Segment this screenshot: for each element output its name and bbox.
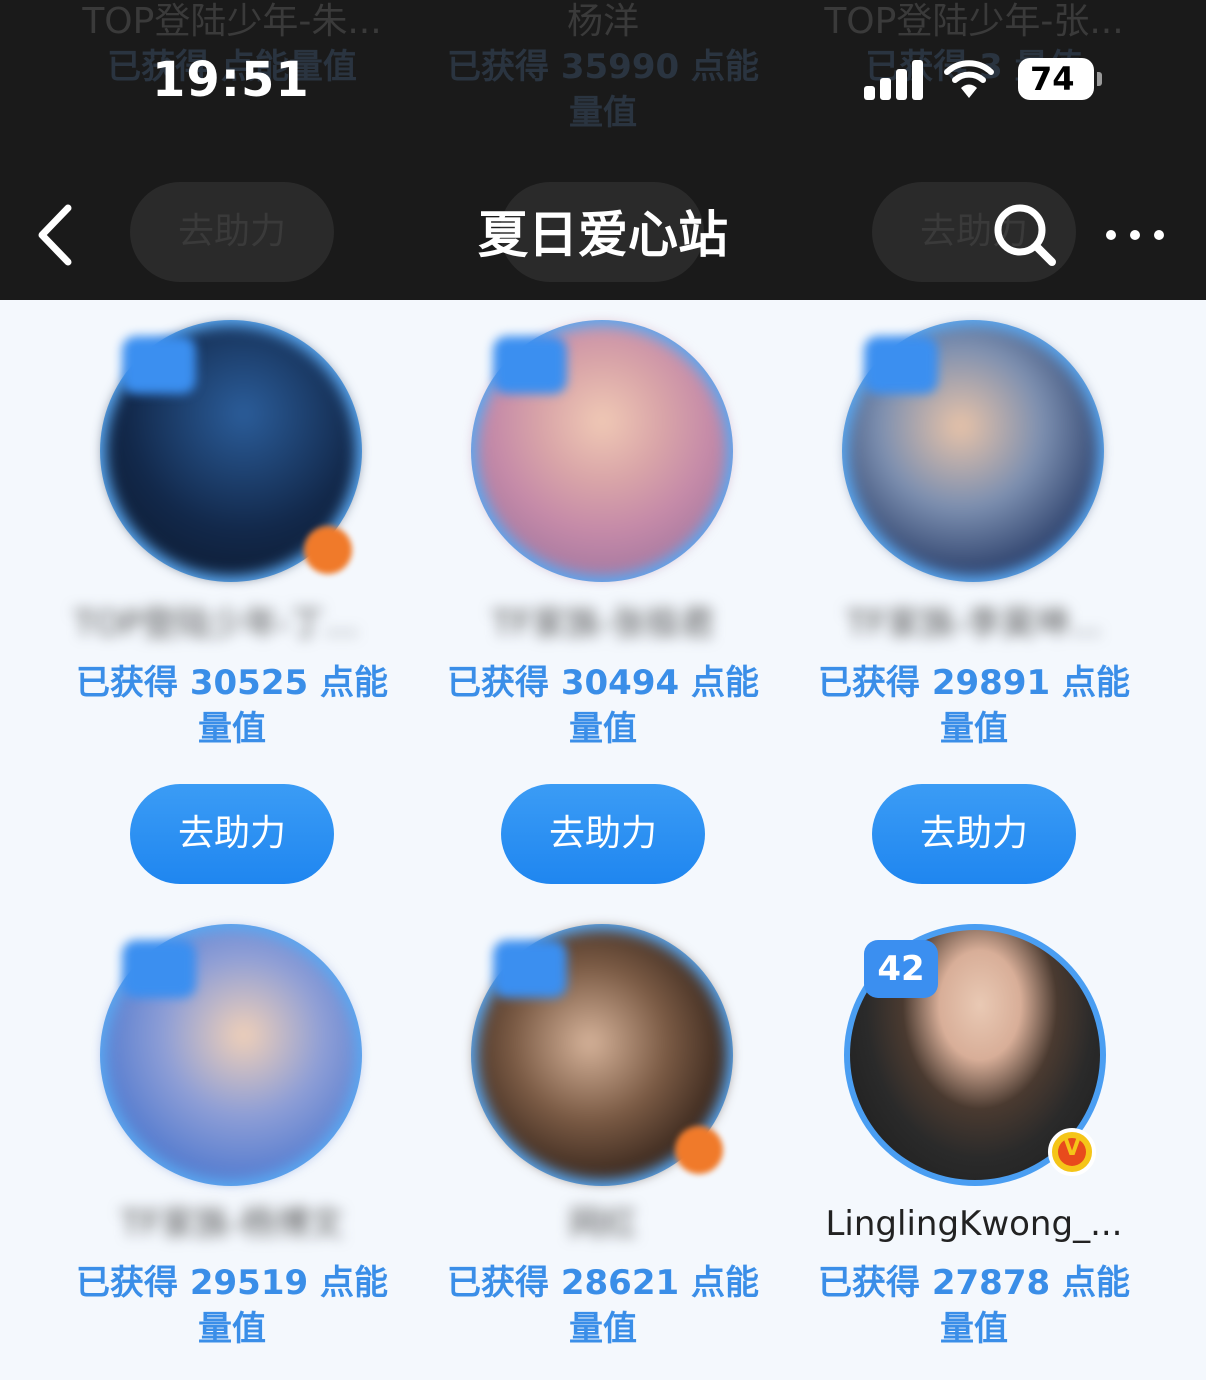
help-button[interactable]: 去助力 [501, 784, 705, 884]
ghost-name: TOP登陆少年-张... [824, 1, 1124, 42]
user-card: TF家族-李昊坤... 已获得 29891 点能量值 去助力 [788, 300, 1160, 890]
level-badge [493, 336, 567, 394]
ghost-help-button: 去助力 [130, 182, 334, 282]
help-button[interactable]: 去助力 [872, 784, 1076, 884]
level-badge [864, 336, 938, 394]
energy-count: 已获得 30525 点能量值 [76, 663, 388, 749]
user-card: TF家族-杨博文 已获得 29519 点能量值 [46, 900, 418, 1370]
energy-count: 已获得 29891 点能量值 [818, 663, 1130, 749]
energy-count: 已获得 29519 点能量值 [76, 1263, 388, 1349]
level-badge [122, 940, 196, 998]
status-dot [675, 1126, 723, 1174]
top-header: TOP登陆少年-朱... 已获得 点能量值 杨洋 已获得 35990 点能量值 … [0, 0, 1206, 300]
ghost-name: 杨洋 [566, 1, 639, 42]
user-name: TF家族-杨博文 [120, 1204, 344, 1244]
cellular-signal-icon [864, 60, 924, 100]
verified-v-icon: V [1048, 1128, 1096, 1176]
wifi-icon [944, 60, 994, 98]
level-badge: 42 [864, 940, 938, 998]
status-dot [304, 526, 352, 574]
energy-count: 已获得 30494 点能量值 [447, 663, 759, 749]
user-name: TOP登陆少年-丁程鑫 [74, 604, 393, 644]
user-name: 网红 [569, 1204, 637, 1244]
ghost-card-2: 杨洋 已获得 35990 点能量值 [417, 0, 789, 136]
user-card: TOP登陆少年-丁程鑫 已获得 30525 点能量值 去助力 [46, 300, 418, 890]
level-badge [122, 336, 196, 394]
user-name: TF家族-李昊坤... [846, 604, 1102, 644]
energy-count: 已获得 27878 点能量值 [818, 1263, 1130, 1349]
search-icon[interactable] [990, 200, 1060, 270]
ghost-help-button [500, 182, 704, 282]
more-options-icon[interactable] [1100, 215, 1170, 255]
status-time: 19:51 [152, 52, 310, 108]
ghost-name: TOP登陆少年-朱... [82, 1, 382, 42]
user-card: TF家族-张极君 已获得 30494 点能量值 去助力 [417, 300, 789, 890]
energy-count: 已获得 28621 点能量值 [447, 1263, 759, 1349]
user-name[interactable]: LinglingKwong_... [788, 1202, 1160, 1246]
level-badge [493, 940, 567, 998]
back-arrow-icon[interactable] [30, 200, 90, 270]
user-name: TF家族-张极君 [491, 604, 715, 644]
user-card: 网红 已获得 28621 点能量值 [417, 900, 789, 1370]
user-card: 42 V LinglingKwong_... 已获得 27878 点能量值 [788, 900, 1160, 1370]
battery-indicator: 74 [1018, 58, 1102, 100]
help-button[interactable]: 去助力 [130, 784, 334, 884]
ghost-energy: 已获得 35990 点能量值 [447, 47, 759, 133]
